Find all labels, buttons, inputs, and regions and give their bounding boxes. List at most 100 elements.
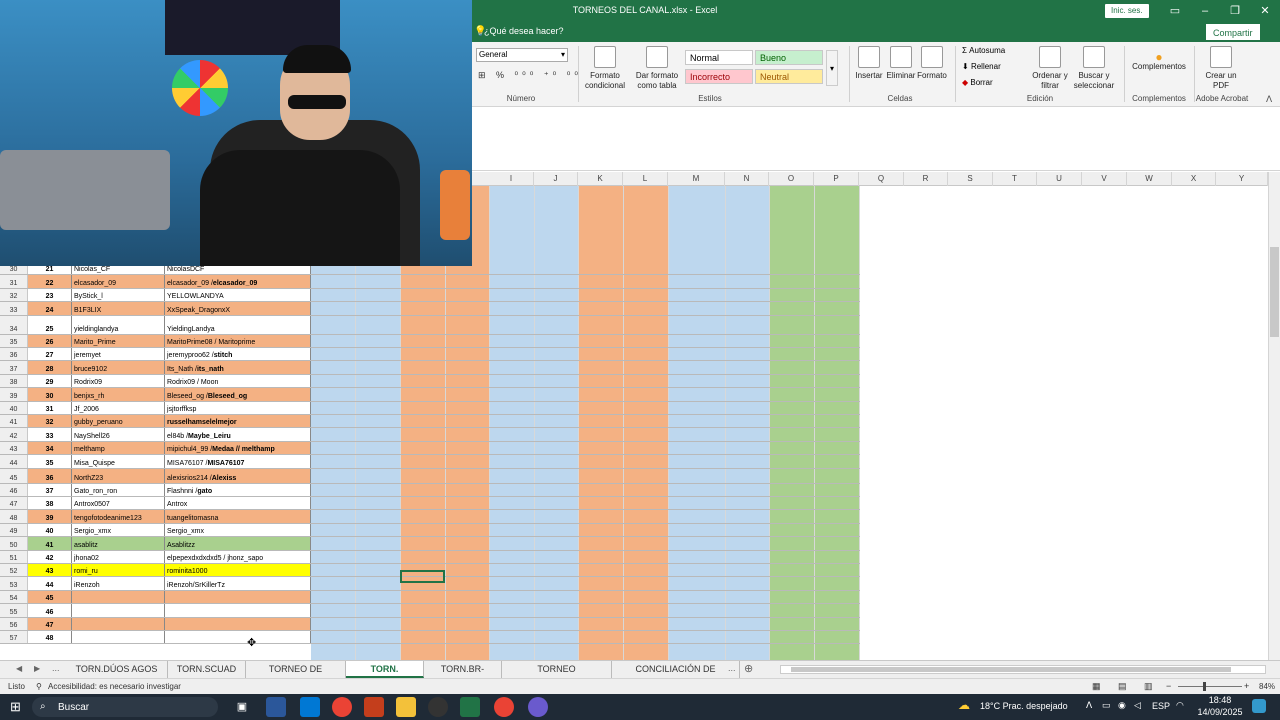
participant-number[interactable]: 26 (28, 334, 71, 347)
participant-roblox[interactable]: tuangelitomasna (164, 510, 311, 523)
participant-roblox[interactable]: MaritoPrime08 / Maritoprime (164, 334, 311, 347)
participant-roblox[interactable]: Flashnni / gato (164, 483, 311, 496)
sheet-tab[interactable]: TORN.BR-SOLO (424, 661, 502, 691)
page-layout-icon[interactable]: ▤ (1118, 681, 1127, 692)
participant-number[interactable]: 32 (28, 415, 71, 428)
participant-user[interactable]: yieldinglandya (71, 315, 164, 334)
participant-roblox[interactable]: alexisrios214 / Alexiss (164, 468, 311, 483)
sign-in-button[interactable]: Inic. ses. (1105, 4, 1149, 18)
column-header-o[interactable]: O (769, 172, 814, 186)
column-header-u[interactable]: U (1037, 172, 1082, 186)
tell-me-input[interactable]: ¿Qué desea hacer? (484, 26, 564, 36)
participant-number[interactable]: 36 (28, 468, 71, 483)
participant-user[interactable]: NorthZ23 (71, 468, 164, 483)
camera-icon[interactable]: ◉ (1118, 700, 1126, 711)
tray-chevron-icon[interactable]: ᐱ (1086, 700, 1092, 711)
table-row[interactable]: 54 45 (0, 590, 860, 605)
column-header-j[interactable]: J (534, 172, 578, 186)
participant-number[interactable]: 35 (28, 455, 71, 468)
weather-text[interactable]: 18°C Prac. despejado (980, 701, 1068, 711)
participant-roblox[interactable]: YELLOWLANDYA (164, 288, 311, 302)
powerpoint-icon[interactable] (364, 697, 384, 717)
chrome-profile-icon[interactable] (494, 697, 514, 717)
share-button[interactable]: Compartir (1206, 24, 1260, 40)
row-number[interactable]: 32 (0, 288, 28, 302)
wifi-icon[interactable]: ◠ (1176, 700, 1184, 711)
zoom-level[interactable]: 84% (1259, 682, 1275, 691)
participant-number[interactable]: 39 (28, 510, 71, 523)
participant-user[interactable]: melthamp (71, 441, 164, 455)
taskbar-search-box[interactable]: ⌕ Buscar (32, 697, 218, 717)
participant-number[interactable]: 38 (28, 497, 71, 510)
participant-number[interactable]: 37 (28, 483, 71, 496)
participant-roblox[interactable]: elpepexdxdxdxd5 / jhonz_sapo (164, 550, 311, 563)
row-number[interactable]: 57 (0, 631, 28, 644)
participant-number[interactable]: 41 (28, 537, 71, 550)
tab-next-icon[interactable]: ▶ (34, 664, 40, 673)
table-row[interactable]: 47 38 Antrox0507 Antrox (0, 497, 860, 511)
participant-number[interactable]: 24 (28, 302, 71, 315)
number-format-icons[interactable]: ⊞ % ⁰⁰⁰ ⁺⁰ ⁰⁰ (478, 70, 582, 81)
participant-roblox[interactable]: jsjtorffksp (164, 401, 311, 414)
zoom-slider[interactable] (1178, 686, 1242, 687)
column-header-n[interactable]: N (725, 172, 769, 186)
participant-user[interactable]: benjxs_rh (71, 388, 164, 401)
participant-roblox[interactable]: XxSpeak_DragonxX (164, 302, 311, 315)
participant-roblox[interactable]: iRenzoh/SrKillerTz (164, 577, 311, 590)
add-sheet-icon[interactable]: ⊕ (744, 662, 753, 675)
table-row[interactable]: 46 37 Gato_ron_ron Flashnni / gato (0, 483, 860, 497)
participant-number[interactable]: 47 (28, 617, 71, 630)
table-row[interactable]: 32 23 ByStick_l YELLOWLANDYA (0, 288, 860, 303)
participant-number[interactable]: 44 (28, 577, 71, 590)
create-pdf-button[interactable]: Crear un PDF (1198, 46, 1244, 91)
participant-number[interactable]: 33 (28, 428, 71, 441)
minimize-icon[interactable]: – (1190, 0, 1220, 22)
windows-start-icon[interactable]: ⊞ (10, 699, 21, 715)
participant-user[interactable]: Gato_ron_ron (71, 483, 164, 496)
clock-time[interactable]: 18:48 (1200, 695, 1240, 705)
tabs-ellipsis[interactable]: ... (52, 663, 60, 673)
table-row[interactable]: 45 36 NorthZ23 alexisrios214 / Alexiss (0, 468, 860, 484)
delete-button[interactable]: Eliminar (884, 46, 918, 81)
participant-roblox[interactable]: Asablitzz (164, 537, 311, 550)
participant-number[interactable]: 29 (28, 374, 71, 388)
style-bad[interactable]: Incorrecto (685, 69, 753, 84)
participant-roblox[interactable]: Rodrix09 / Moon (164, 374, 311, 388)
column-header-i[interactable]: I (489, 172, 534, 186)
obs-icon[interactable] (428, 697, 448, 717)
zoom-out-icon[interactable]: − (1166, 681, 1171, 691)
column-header-r[interactable]: R (904, 172, 948, 186)
sheet-tab[interactable]: TORNEO RELÁMPAGO (502, 661, 612, 691)
clock-date[interactable]: 14/09/2025 (1196, 707, 1244, 717)
row-number[interactable]: 37 (0, 361, 28, 374)
table-row[interactable]: 37 28 bruce9102 Its_Nath / its_nath (0, 361, 860, 375)
row-number[interactable]: 31 (0, 275, 28, 288)
participant-number[interactable]: 22 (28, 275, 71, 288)
column-header-v[interactable]: V (1082, 172, 1127, 186)
participant-roblox[interactable]: MISA76107 / MISA76107 (164, 455, 311, 468)
ribbon-display-icon[interactable]: ▭ (1160, 0, 1190, 22)
sheet-tab[interactable]: TORN.DÚOS AGOS (66, 661, 168, 678)
participant-user[interactable]: jeremyet (71, 348, 164, 361)
row-number[interactable]: 56 (0, 617, 28, 630)
sheet-tab[interactable]: TORN. ROBLOX (346, 661, 424, 691)
row-number[interactable]: 53 (0, 577, 28, 590)
column-header-k[interactable]: K (578, 172, 623, 186)
fill-button[interactable]: ⬇ Rellenar (962, 62, 1001, 71)
participant-user[interactable] (71, 590, 164, 604)
row-number[interactable]: 48 (0, 510, 28, 523)
participant-roblox[interactable]: el84b / Maybe_Leiru (164, 428, 311, 441)
insert-button[interactable]: Insertar (852, 46, 886, 81)
participant-user[interactable]: bruce9102 (71, 361, 164, 374)
participant-number[interactable]: 43 (28, 564, 71, 577)
language-indicator[interactable]: ESP (1152, 701, 1170, 711)
row-number[interactable]: 34 (0, 315, 28, 334)
table-row[interactable]: 49 40 Sergio_xmx Sergio_xmx (0, 523, 860, 538)
participant-user[interactable]: asablitz (71, 537, 164, 550)
table-row[interactable]: 35 26 Marito_Prime MaritoPrime08 / Maritopr… (0, 334, 860, 348)
style-normal[interactable]: Normal (685, 50, 753, 65)
table-row[interactable]: 51 42 jhona02 elpepexdxdxdxd5 / jhonz_sapo (0, 550, 860, 564)
participant-roblox[interactable] (164, 604, 311, 617)
participant-user[interactable]: romi_ru (71, 564, 164, 577)
row-number[interactable]: 33 (0, 302, 28, 315)
